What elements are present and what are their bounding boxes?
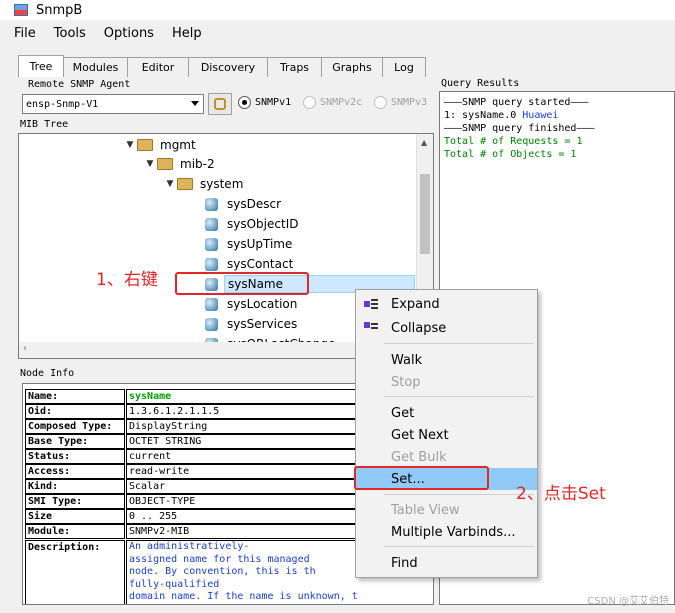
tree-node-syslocation[interactable]: sysLocation [205,294,300,314]
remote-agent-label: Remote SNMP Agent [26,79,133,90]
leaf-node-icon [205,317,218,331]
expand-icon [364,298,378,310]
tree-node-sysuptime[interactable]: sysUpTime [205,234,295,254]
folder-icon [177,178,193,190]
chevron-down-icon: ▼ [146,159,154,169]
tab-log[interactable]: Log [382,57,426,77]
folder-icon [137,139,153,151]
menu-item-expand[interactable]: Expand [356,293,537,315]
annotation-box-sysname [175,272,309,295]
tree-node-mgmt[interactable]: ▼ mgmt [123,135,199,155]
collapse-icon [364,322,378,334]
snmpb-app-icon [14,4,28,16]
leaf-node-icon [205,257,218,271]
menu-item-table-view: Table View [391,502,460,518]
query-results-label: Query Results [439,78,522,89]
tab-graphs[interactable]: Graphs [321,57,383,77]
radio-dot-icon [374,96,387,109]
menu-item-multiple-varbinds[interactable]: Multiple Varbinds... [356,521,537,543]
menu-item-get-bulk: Get Bulk [391,449,447,465]
window-title: SnmpB [36,2,83,18]
tab-tree[interactable]: Tree [18,55,64,77]
watermark: CSDN @艾艾伯特 [587,596,669,607]
radio-snmpv1[interactable]: SNMPv1 [238,96,291,109]
annotation-step2: 2、点击Set [516,484,606,504]
annotation-box-set [354,466,489,490]
agent-select-value: ensp-Snmp-V1 [26,98,99,110]
query-finished-line: ———SNMP query finished——— [444,123,595,134]
menu-item-find[interactable]: Find [356,552,537,574]
radio-snmpv3-label: SNMPv3 [391,97,428,108]
tree-node-sysdescr[interactable]: sysDescr [205,194,284,214]
query-started-line: ———SNMP query started——— [444,97,589,108]
radio-snmpv2c-label: SNMPv2c [320,97,363,108]
menu-item-walk[interactable]: Walk [356,349,537,371]
radio-snmpv2c[interactable]: SNMPv2c [303,96,362,109]
annotation-step1: 1、右键 [96,270,158,290]
chevron-down-icon: ▼ [166,179,174,189]
query-objects-line: Total # of Objects = 1 [444,149,577,160]
leaf-node-icon [205,237,218,251]
menu-bar: File Tools Options Help [0,22,206,44]
menu-separator [384,546,534,547]
scroll-thumb[interactable] [420,174,430,254]
menu-help[interactable]: Help [172,26,202,41]
node-info-label: Node Info [18,368,77,379]
tree-node-mib-2[interactable]: ▼ mib-2 [143,154,218,174]
agent-config-button[interactable] [208,93,232,115]
chevron-down-icon [191,101,199,106]
radio-snmpv1-label: SNMPv1 [255,97,292,108]
leaf-node-icon [205,197,218,211]
leaf-node-icon [205,297,218,311]
menu-separator [384,494,534,495]
menu-item-get[interactable]: Get [356,402,537,424]
query-requests-line: Total # of Requests = 1 [444,136,583,147]
tab-editor[interactable]: Editor [127,57,189,77]
wrench-icon [214,98,226,110]
menu-item-get-next[interactable]: Get Next [356,424,537,446]
radio-dot-icon [303,96,316,109]
query-result-line: 1: sysName.0 Huawei [444,110,559,121]
menu-separator [384,343,534,344]
folder-icon [157,158,173,170]
tree-node-sysobjectid[interactable]: sysObjectID [205,214,301,234]
mib-tree-label: MIB Tree [18,119,71,130]
menu-options[interactable]: Options [104,26,154,41]
agent-select[interactable]: ensp-Snmp-V1 [22,94,204,114]
scroll-up-icon[interactable]: ▲ [421,138,427,147]
title-bar: SnmpB [0,0,675,20]
radio-dot-icon [238,96,251,109]
tab-traps[interactable]: Traps [267,57,322,77]
radio-snmpv3[interactable]: SNMPv3 [374,96,427,109]
main-tabs: Tree Modules Editor Discovery Traps Grap… [18,55,426,77]
menu-file[interactable]: File [14,26,36,41]
scroll-left-icon[interactable]: ‹ [23,343,27,354]
tree-node-syscontact[interactable]: sysContact [205,254,296,274]
leaf-node-icon [205,217,218,231]
menu-item-stop: Stop [391,374,421,390]
tab-modules[interactable]: Modules [63,57,128,77]
context-menu: Expand Collapse Walk Stop Get Get Next G… [355,289,538,578]
tab-discovery[interactable]: Discovery [188,57,268,77]
tree-node-sysservices[interactable]: sysServices [205,314,300,334]
menu-item-collapse[interactable]: Collapse [356,317,537,339]
menu-tools[interactable]: Tools [54,26,86,41]
tree-node-system[interactable]: ▼ system [163,174,246,194]
chevron-down-icon: ▼ [126,140,134,150]
menu-separator [384,396,534,397]
